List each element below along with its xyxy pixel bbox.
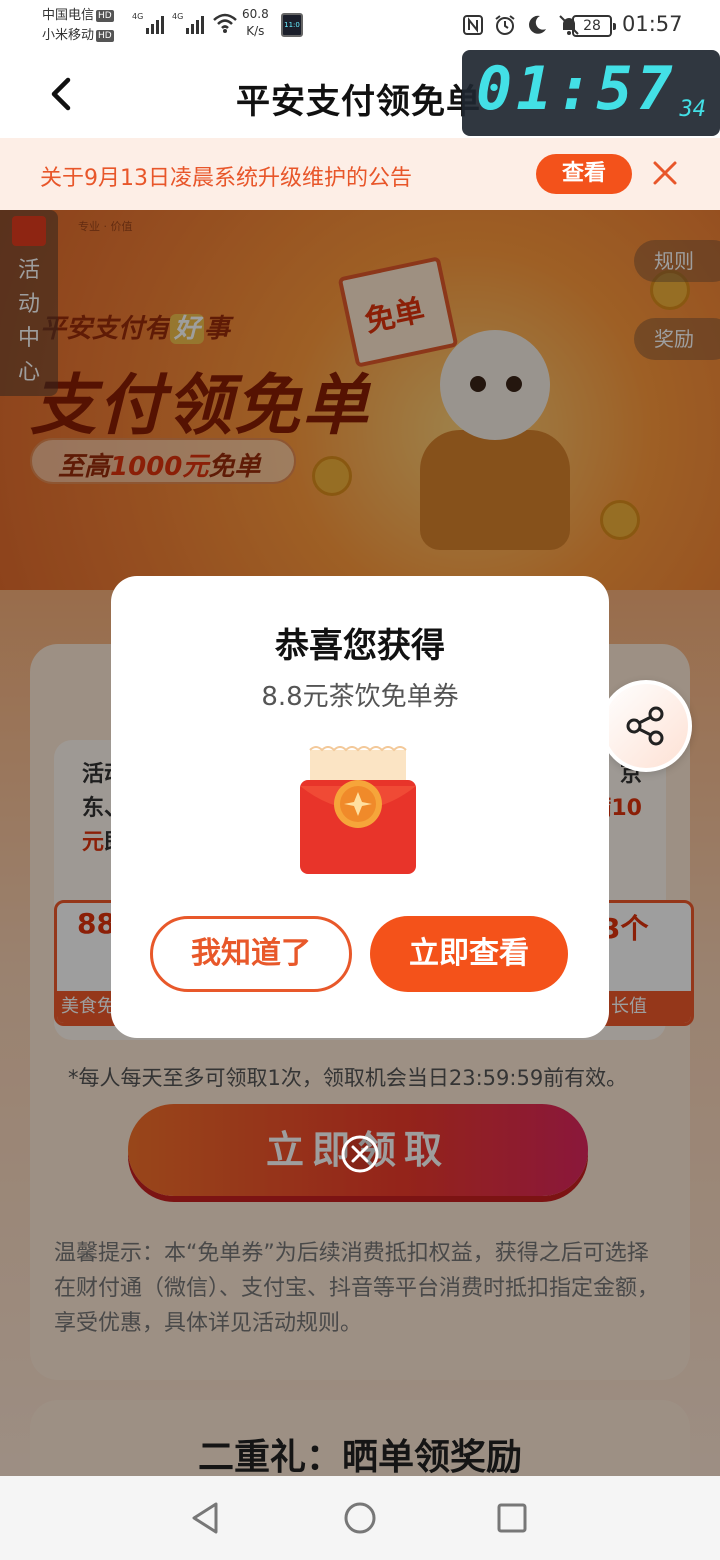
app-header: 平安支付领免单 01:57 34 [0,50,720,138]
announcement-bar: 关于9月13日凌晨系统升级维护的公告 查看 [0,138,720,210]
moon-icon [529,15,546,34]
carrier-2: 小米移动 [42,28,95,43]
reward-dialog: 恭喜您获得 8.8元茶饮免单券 我知道了 立即查看 [111,576,609,1038]
battery-indicator: 28 [572,15,616,37]
red-envelope-coupon-icon [300,746,416,874]
hd-badge: HD [96,9,114,22]
signal-icon: 4G [132,12,165,34]
clock-seconds: 34 [679,97,707,122]
clock-app-icon: 11:0 [281,13,303,37]
clock-digits: 01:57 [476,54,677,124]
chevron-left-icon[interactable] [40,72,84,116]
signal-icon: 4G [172,12,205,34]
system-nav-bar [0,1476,720,1560]
share-button[interactable] [600,680,692,772]
page-title: 平安支付领免单 [236,82,481,122]
status-time: 01:57 [622,12,683,36]
home-circle-icon[interactable] [342,1500,378,1536]
share-icon [626,706,664,746]
dialog-title: 恭喜您获得 [275,626,445,666]
recents-square-icon[interactable] [494,1500,530,1536]
announcement-view-button[interactable]: 查看 [536,154,632,194]
close-icon[interactable] [648,156,682,190]
nfc-icon [463,15,483,35]
carrier-1: 中国电信 [42,8,95,23]
got-it-button[interactable]: 我知道了 [150,916,352,992]
announcement-text: 关于9月13日凌晨系统升级维护的公告 [40,166,412,191]
hd-badge: HD [96,29,114,42]
dialog-subtitle: 8.8元茶饮免单券 [261,682,459,712]
circle-close-icon[interactable] [340,1134,380,1174]
wifi-icon [213,13,237,33]
floating-clock-overlay[interactable]: 01:57 34 [462,50,720,136]
status-bar: 中国电信 HD 小米移动 HD 4G 4G 60.8 K/s 11:0 28 01:… [0,0,720,50]
back-triangle-icon[interactable] [188,1500,224,1536]
alarm-icon [495,15,515,35]
carrier-info: 中国电信 HD 小米移动 HD [42,6,114,46]
net-speed: 60.8 K/s [242,7,269,38]
view-now-button[interactable]: 立即查看 [370,916,568,992]
